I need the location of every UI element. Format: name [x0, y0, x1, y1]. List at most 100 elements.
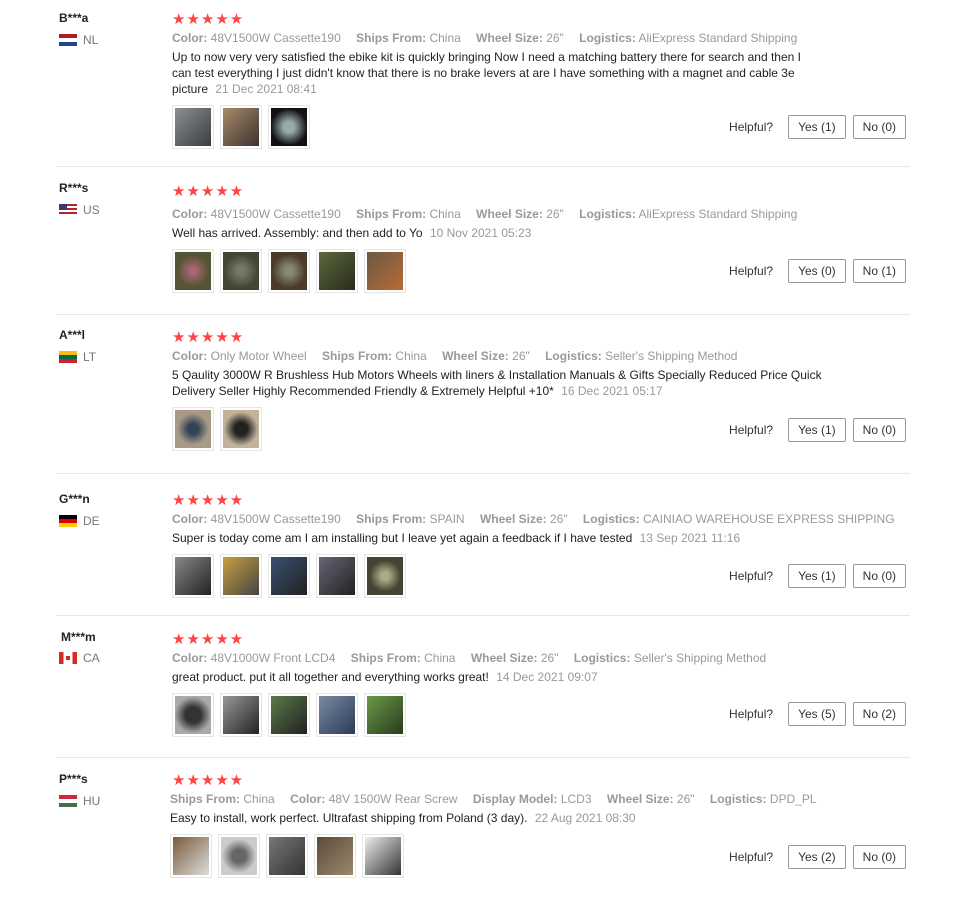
review-text: Well has arrived. Assembly: and then add… — [172, 226, 532, 240]
review-photo[interactable] — [220, 407, 262, 451]
review-photo[interactable] — [220, 693, 262, 737]
helpful-label: Helpful? — [729, 120, 774, 134]
review-text: 5 Qaulity 3000W R Brushless Hub Motors W… — [172, 368, 822, 398]
review-photo[interactable] — [172, 554, 214, 598]
star-rating: ★★★★★ — [172, 631, 245, 648]
helpful-label: Helpful? — [729, 850, 774, 864]
sku-info: Color: 48V1500W Cassette190 Ships From: … — [172, 31, 798, 45]
divider — [56, 615, 910, 616]
reviewer-name: P***s — [59, 772, 88, 786]
star-rating: ★★★★★ — [172, 11, 245, 28]
helpful-label: Helpful? — [729, 423, 774, 437]
sku-info: Color: 48V1500W Cassette190 Ships From: … — [172, 512, 895, 526]
review-date: 13 Sep 2021 11:16 — [639, 531, 741, 545]
reviewer-country: NL — [59, 33, 98, 47]
review-photo[interactable] — [316, 554, 358, 598]
divider — [56, 473, 910, 474]
review-photo[interactable] — [314, 834, 356, 878]
review-photo[interactable] — [268, 249, 310, 293]
helpful-label: Helpful? — [729, 569, 774, 583]
helpful-label: Helpful? — [729, 264, 774, 278]
flag-hu-icon — [59, 795, 77, 807]
review-photo[interactable] — [172, 407, 214, 451]
divider — [56, 166, 910, 167]
helpful-no-button[interactable]: No (0) — [852, 564, 906, 588]
reviewer-country: CA — [59, 651, 100, 665]
helpful-no-button[interactable]: No (0) — [852, 845, 906, 869]
country-code: US — [83, 203, 100, 217]
review-photo[interactable] — [220, 554, 262, 598]
helpful-no-button[interactable]: No (2) — [852, 702, 906, 726]
sku-info: Color: Only Motor Wheel Ships From: Chin… — [172, 349, 738, 363]
review-photo[interactable] — [268, 554, 310, 598]
helpful-no-button[interactable]: No (1) — [852, 259, 906, 283]
country-code: CA — [83, 651, 100, 665]
reviewer-country: US — [59, 203, 100, 217]
helpful-yes-button[interactable]: Yes (0) — [788, 259, 846, 283]
reviewer-name: G***n — [59, 492, 90, 506]
helpful-vote: Helpful? Yes (5) No (2) — [729, 702, 906, 726]
flag-lt-icon — [59, 351, 77, 363]
helpful-vote: Helpful? Yes (2) No (0) — [729, 845, 906, 869]
reviewer-name: A***l — [59, 328, 86, 342]
review-photo[interactable] — [220, 249, 262, 293]
flag-de-icon — [59, 515, 77, 527]
flag-nl-icon — [59, 34, 77, 46]
review-photo[interactable] — [364, 554, 406, 598]
review-photo[interactable] — [362, 834, 404, 878]
helpful-no-button[interactable]: No (0) — [852, 115, 906, 139]
review-text: Up to now very very satisfied the ebike … — [172, 50, 801, 96]
review-photo[interactable] — [266, 834, 308, 878]
review-date: 22 Aug 2021 08:30 — [534, 811, 636, 825]
flag-us-icon — [59, 204, 77, 216]
star-rating: ★★★★★ — [172, 183, 245, 200]
review-text: Super is today come am I am installing b… — [172, 531, 741, 545]
star-rating: ★★★★★ — [172, 492, 245, 509]
flag-ca-icon — [59, 652, 77, 664]
country-code: NL — [83, 33, 99, 47]
divider — [56, 757, 910, 758]
review-photo[interactable] — [268, 693, 310, 737]
helpful-yes-button[interactable]: Yes (1) — [788, 418, 846, 442]
review-photo[interactable] — [220, 105, 262, 149]
star-rating: ★★★★★ — [172, 772, 245, 789]
helpful-yes-button[interactable]: Yes (2) — [788, 845, 846, 869]
helpful-vote: Helpful? Yes (0) No (1) — [729, 259, 906, 283]
review-photo[interactable] — [364, 249, 406, 293]
reviewer-name: M***m — [61, 630, 96, 644]
reviewer-country: LT — [59, 350, 96, 364]
helpful-no-button[interactable]: No (0) — [852, 418, 906, 442]
helpful-yes-button[interactable]: Yes (5) — [788, 702, 846, 726]
review-photo[interactable] — [268, 105, 310, 149]
divider — [56, 314, 910, 315]
helpful-yes-button[interactable]: Yes (1) — [788, 564, 846, 588]
sku-info: Ships From: China Color: 48V 1500W Rear … — [170, 792, 817, 806]
review-date: 21 Dec 2021 08:41 — [215, 82, 317, 96]
review-date: 10 Nov 2021 05:23 — [429, 226, 532, 240]
review-photo[interactable] — [316, 249, 358, 293]
country-code: DE — [83, 514, 100, 528]
review-photo[interactable] — [172, 693, 214, 737]
star-rating: ★★★★★ — [172, 329, 245, 346]
reviewer-country: HU — [59, 794, 100, 808]
reviewer-name: R***s — [59, 181, 89, 195]
review-photo[interactable] — [170, 834, 212, 878]
sku-info: Color: 48V1500W Cassette190 Ships From: … — [172, 207, 798, 221]
sku-info: Color: 48V1000W Front LCD4 Ships From: C… — [172, 651, 767, 665]
review-photo[interactable] — [364, 693, 406, 737]
reviewer-name: B***a — [59, 11, 89, 25]
helpful-vote: Helpful? Yes (1) No (0) — [729, 564, 906, 588]
review-photo[interactable] — [218, 834, 260, 878]
review-photo[interactable] — [172, 105, 214, 149]
review-photo[interactable] — [172, 249, 214, 293]
review-photo[interactable] — [316, 693, 358, 737]
country-code: HU — [83, 794, 101, 808]
review-date: 14 Dec 2021 09:07 — [496, 670, 598, 684]
reviewer-country: DE — [59, 514, 100, 528]
helpful-yes-button[interactable]: Yes (1) — [788, 115, 846, 139]
helpful-label: Helpful? — [729, 707, 774, 721]
review-date: 16 Dec 2021 05:17 — [561, 384, 663, 398]
review-text: Easy to install, work perfect. Ultrafast… — [170, 811, 636, 825]
helpful-vote: Helpful? Yes (1) No (0) — [729, 418, 906, 442]
review-text: great product. put it all together and e… — [172, 670, 598, 684]
